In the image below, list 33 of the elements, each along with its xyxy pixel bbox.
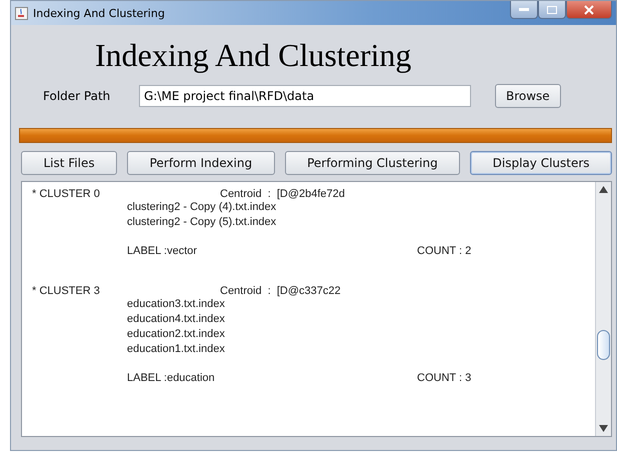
- scroll-down-icon[interactable]: [599, 425, 608, 432]
- file-name: clustering2 - Copy (4).txt.index: [127, 200, 278, 215]
- file-name: education3.txt.index: [127, 297, 226, 312]
- cluster-count: COUNT : 2: [417, 245, 472, 257]
- cluster-name: * CLUSTER 0: [32, 188, 101, 200]
- folder-path-field[interactable]: G:\ME project final\RFD\data: [139, 85, 471, 107]
- close-icon: [584, 4, 594, 14]
- browse-button[interactable]: Browse: [495, 84, 561, 108]
- action-button[interactable]: Perform Indexing: [127, 151, 275, 175]
- minimize-icon: [519, 8, 529, 12]
- field-label: Folder Path: [43, 89, 112, 103]
- file-name: education4.txt.index: [127, 312, 226, 327]
- maximize-button[interactable]: [538, 1, 566, 19]
- app-heading: Indexing And Clustering: [95, 37, 412, 74]
- centroid-text: Centroid : [D@2b4fe72d: [220, 188, 345, 200]
- scroll-up-icon[interactable]: [599, 186, 608, 193]
- maximize-icon: [547, 6, 557, 14]
- cluster-count: COUNT : 3: [417, 372, 472, 384]
- file-name: clustering2 - Copy (5).txt.index: [127, 215, 278, 230]
- minimize-button[interactable]: [510, 1, 538, 19]
- scrollbar[interactable]: [595, 182, 611, 436]
- window-title: Indexing And Clustering: [33, 6, 165, 20]
- action-button[interactable]: Performing Clustering: [284, 151, 460, 175]
- close-button[interactable]: [566, 1, 612, 19]
- centroid-text: Centroid : [D@c337c22: [220, 285, 341, 297]
- action-button[interactable]: Display Clusters: [470, 151, 612, 175]
- file-name: education2.txt.index: [127, 327, 226, 342]
- cluster-label: LABEL :vector: [127, 245, 198, 257]
- cluster-name: * CLUSTER 3: [32, 285, 101, 297]
- file-name: education1.txt.index: [127, 342, 226, 357]
- scroll-thumb[interactable]: [597, 330, 610, 360]
- action-button[interactable]: List Files: [21, 151, 118, 175]
- cluster-label: LABEL :education: [127, 372, 216, 384]
